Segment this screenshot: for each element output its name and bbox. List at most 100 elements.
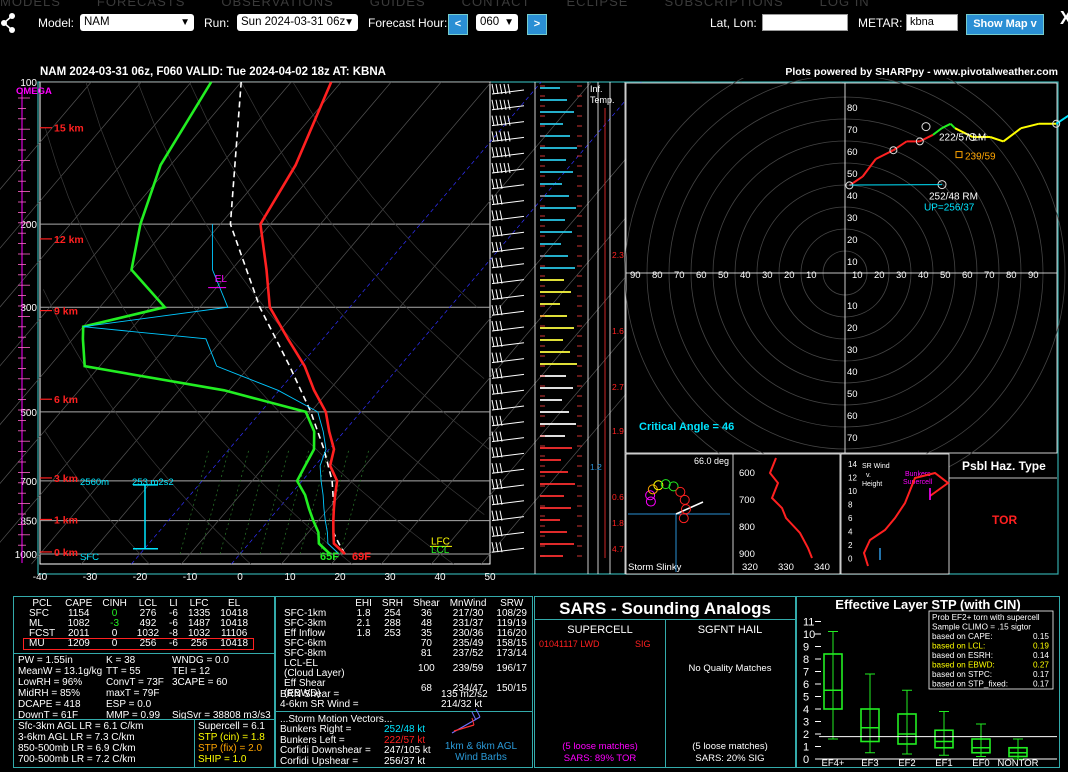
wind-barb-flag — [495, 336, 499, 347]
table-cell: 237/52 — [452, 648, 484, 659]
wind-barb-flag — [495, 257, 499, 268]
nav-item[interactable]: GUIDES — [370, 0, 426, 6]
nav-item[interactable]: ECLIPSE — [567, 0, 629, 6]
sars-no-quality: No Quality Matches — [688, 663, 772, 674]
wind-barb-flag — [491, 305, 495, 316]
sr-label: SR Wind — [862, 463, 890, 470]
latlon-label: Lat, Lon: — [710, 16, 757, 30]
wind-barb-flag — [491, 336, 495, 347]
stp-legend-label: based on ESRH: — [932, 651, 993, 660]
lapse-rates: Sfc-3km AGL LR = 6.1 C/km 3-6km AGL LR =… — [18, 721, 144, 765]
stp-legend-label: based on EBWD: — [932, 661, 995, 670]
wind-barb — [491, 200, 525, 206]
thermo-params-panel: PCL CAPE CINH LCL LI LFC EL SFC 1154 0 276 -6 1335 10… — [13, 596, 275, 768]
forecast-hour-value: 060 — [480, 16, 500, 28]
table-row: SFC 1154 0 276 -6 1335 10418 — [24, 609, 253, 619]
hodo-axis-label: 50 — [718, 270, 729, 281]
nav-item[interactable]: SUBSCRIPTIONS — [664, 0, 783, 6]
hodo-ring-label: 10 — [847, 257, 858, 268]
share-icon[interactable] — [0, 12, 16, 34]
downshear-label: 239/59 — [965, 152, 996, 163]
table-cell: 68 — [420, 683, 432, 694]
table-cell: 239/59 — [452, 663, 484, 674]
hodo-ring-label: 70 — [847, 125, 858, 136]
stp-category: EF3 — [861, 758, 878, 767]
stp-category: EF0 — [972, 758, 989, 767]
srwind-tick: 12 — [848, 474, 857, 483]
height-label: 6 km — [54, 394, 78, 406]
inf-temp-label: Temp. — [590, 95, 615, 105]
latlon-input[interactable] — [762, 14, 848, 31]
right-mover-label: 252/48 RM — [929, 192, 978, 203]
metar-input[interactable]: kbna — [906, 14, 958, 31]
wind-barb-flag — [495, 83, 499, 95]
srwind-tick: 2 — [848, 541, 853, 550]
srwind-tick: 8 — [848, 501, 853, 510]
nav-item[interactable]: MODELS — [0, 0, 61, 6]
wind-barb-flag — [491, 257, 495, 268]
forecast-hour-select[interactable]: 060 ▼ — [476, 14, 518, 31]
critical-angle-label: Critical Angle = 46 — [639, 421, 734, 433]
stp-chart: Effective Layer STP (with CIN) 0123456789… — [803, 597, 1057, 769]
wind-barb-flag — [491, 226, 495, 237]
srwind-tick: 14 — [848, 460, 857, 469]
wind-barb-flag — [491, 162, 495, 174]
composite-value: STP (fix) = 2.0 — [198, 743, 263, 754]
inferred-value: 2.7 — [612, 382, 624, 392]
next-hour-button[interactable]: > — [527, 14, 547, 35]
stp-legend-label: based on STPC: — [932, 670, 992, 679]
sounding-title: NAM 2024-03-31 06z, F060 VALID: Tue 2024… — [40, 66, 386, 78]
inferred-value: 1.9 — [612, 426, 624, 436]
table-cell: 1.8 — [356, 628, 371, 639]
stp-legend-label: Prob EF2+ torn with supercell — [932, 613, 1040, 622]
stp-y-tick: 2 — [803, 729, 809, 741]
nav-item[interactable]: CONTACT — [462, 0, 531, 6]
hodo-ring-label: 30 — [847, 213, 858, 224]
wind-barb-flag — [491, 494, 495, 505]
hodo-ring-label: 20 — [847, 323, 858, 334]
wind-barb-flag — [495, 384, 499, 395]
stp-y-tick: 10 — [803, 629, 815, 641]
wind-barb-flag — [495, 526, 499, 537]
nav-item[interactable]: LOG IN — [820, 0, 870, 6]
run-select[interactable]: Sun 2024-03-31 06z ▼ — [237, 14, 358, 31]
height-label: 12 km — [54, 234, 84, 246]
model-select[interactable]: NAM ▼ — [80, 14, 194, 31]
prev-hour-button[interactable]: < — [448, 14, 468, 35]
table-cell — [350, 679, 377, 699]
close-icon[interactable]: X — [1060, 8, 1068, 29]
wind-barb — [491, 500, 525, 506]
wind-barb-flag — [507, 131, 511, 142]
wind-barb-flag — [491, 478, 495, 490]
wind-barb-flag — [491, 352, 495, 363]
wind-barb-flag — [491, 510, 495, 521]
wind-barb-flag — [495, 131, 499, 142]
temperature-tick-label: 20 — [334, 572, 346, 583]
wind-barb-flag — [491, 526, 495, 537]
pressure-tick-label: 700 — [20, 477, 37, 488]
el-label: EL — [215, 274, 228, 285]
hodo-axis-label: 80 — [652, 270, 663, 281]
show-map-button[interactable]: Show Map v — [966, 14, 1044, 35]
nav-item[interactable]: FORECASTS — [97, 0, 185, 6]
wind-barb — [491, 358, 525, 364]
stp-legend-label: Sample CLIMO = .15 sigtor — [932, 623, 1031, 632]
hodo-ring-label: 40 — [847, 191, 858, 202]
table-cell: LCL-EL (Cloud Layer) — [284, 658, 345, 679]
nav-item[interactable]: OBSERVATIONS — [221, 0, 333, 6]
sfc-temperature-label: 69F — [352, 551, 371, 563]
wind-barb-flag — [491, 463, 495, 474]
theta-y-tick: 700 — [739, 495, 755, 506]
wind-barb-flag — [491, 210, 495, 221]
hodo-axis-label: 80 — [1006, 270, 1017, 281]
wind-barb — [491, 136, 525, 142]
theta-x-tick: 320 — [742, 562, 758, 573]
hodo-axis-label: 60 — [696, 270, 707, 281]
run-label: Run: — [204, 16, 230, 30]
table-cell: -6 — [169, 638, 178, 649]
stp-category: EF4+ — [822, 758, 845, 767]
wind-barb-flag — [491, 83, 495, 95]
sfc-dewpoint-label: 65F — [320, 551, 339, 563]
height-label: 9 km — [54, 306, 78, 318]
srw-label: 4-6km SR Wind = — [280, 699, 359, 710]
